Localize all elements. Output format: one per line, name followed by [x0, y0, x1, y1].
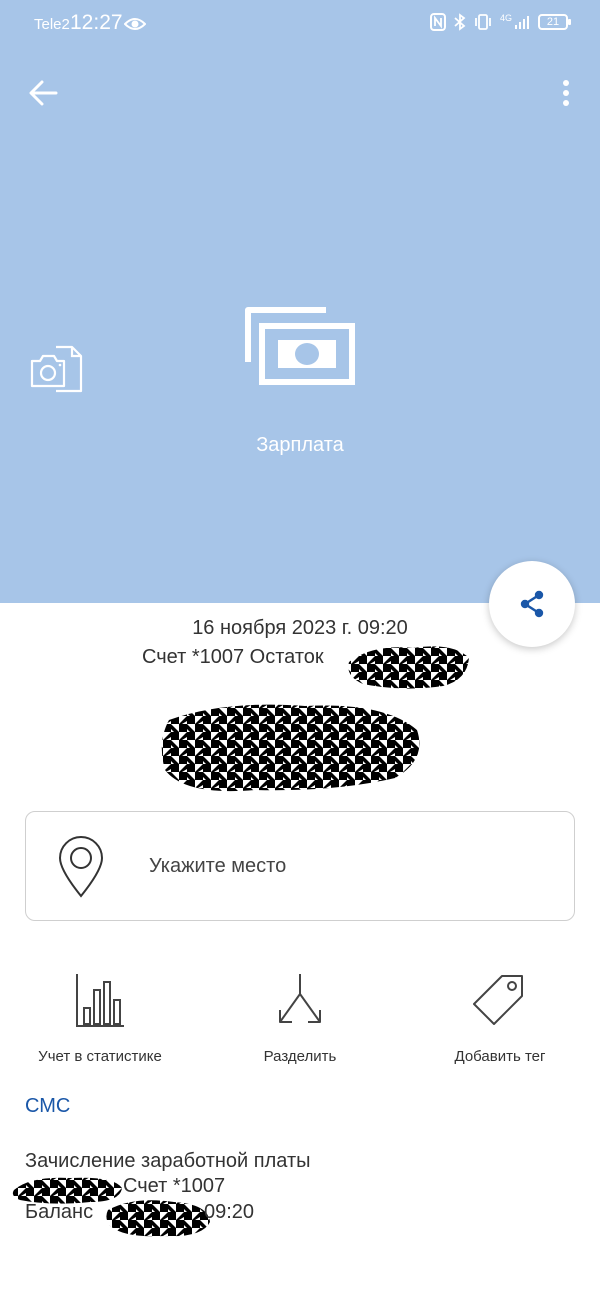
share-icon	[520, 590, 544, 618]
clock: 12:27	[70, 11, 123, 34]
back-button[interactable]	[24, 74, 62, 112]
more-menu-button[interactable]	[552, 74, 580, 112]
redaction-amount	[161, 704, 420, 792]
account-balance-line: Счет *1007 Остаток	[142, 646, 324, 668]
arrow-left-icon	[29, 80, 58, 106]
split-button[interactable]: Разделить	[200, 970, 400, 1065]
tag-icon	[473, 975, 523, 1025]
nfc-icon	[429, 13, 446, 31]
carrier-name: Tele2	[34, 16, 70, 33]
sms-text-line: Баланс	[25, 1201, 94, 1223]
location-input[interactable]: Укажите место	[25, 811, 575, 921]
split-icon	[279, 974, 321, 1023]
battery-indicator: 21	[538, 14, 571, 30]
sms-section-title: СМС	[25, 1095, 71, 1117]
add-tag-button[interactable]: Добавить тег	[400, 970, 600, 1065]
eye-icon	[124, 18, 146, 30]
sms-text-line: Счет *1007	[123, 1175, 226, 1197]
statistics-label: Учет в статистике	[38, 1048, 162, 1065]
bluetooth-icon	[454, 13, 466, 31]
transaction-date: 16 ноября 2023 г. 09:20	[192, 617, 408, 639]
bar-chart-icon	[76, 974, 124, 1027]
header-area: Tele2 12:27 4G 21 Зарплата	[0, 0, 600, 603]
camera-document-icon	[30, 345, 83, 393]
location-pin-icon	[58, 836, 104, 898]
split-label: Разделить	[263, 1048, 337, 1065]
vibrate-icon	[475, 14, 491, 30]
redaction-balance	[348, 646, 469, 689]
statistics-toggle-button[interactable]: Учет в статистике	[0, 970, 200, 1065]
attach-photo-button[interactable]	[28, 344, 84, 394]
sms-text-line: Зачисление заработной платы	[25, 1150, 311, 1172]
network-type: 4G	[499, 13, 512, 23]
add-tag-label: Добавить тег	[454, 1048, 546, 1065]
banknote-icon	[245, 307, 355, 385]
status-icons: 4G 21	[429, 13, 571, 31]
category-name: Зарплата	[256, 434, 344, 456]
more-vertical-icon	[563, 80, 569, 106]
sms-text-line: 09:20	[204, 1201, 255, 1223]
signal-icon	[515, 16, 529, 29]
redaction-sms-balance	[106, 1200, 210, 1237]
status-bar: Tele2 12:27 4G 21	[0, 0, 600, 50]
location-placeholder: Укажите место	[149, 855, 287, 877]
